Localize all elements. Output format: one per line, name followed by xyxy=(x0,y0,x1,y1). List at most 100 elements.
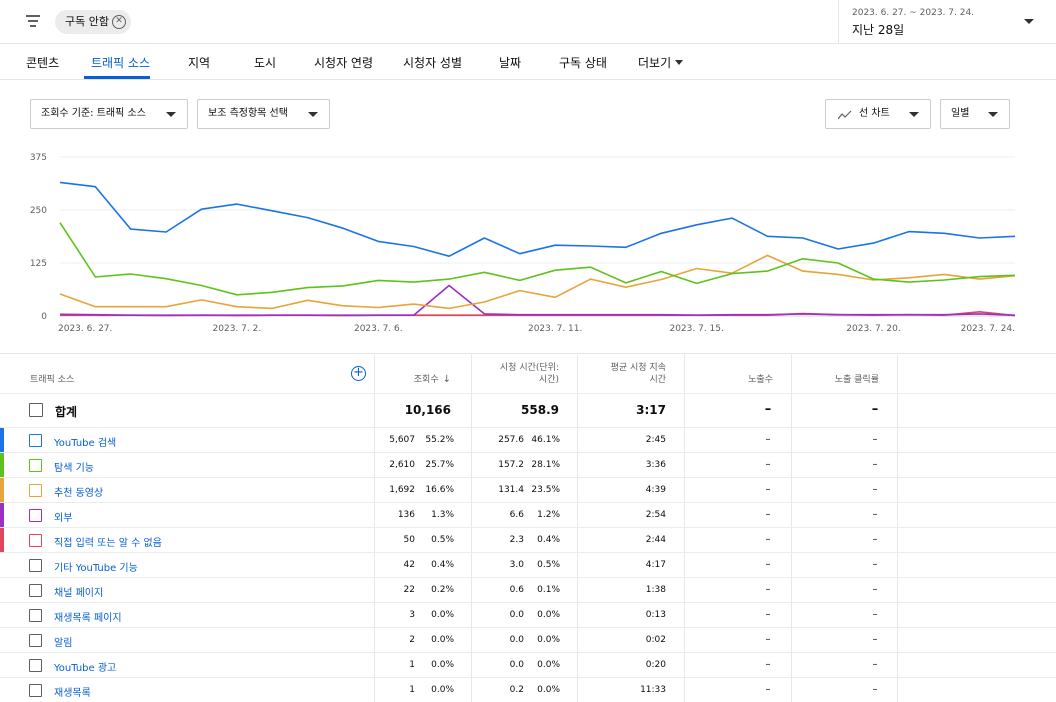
table-row[interactable]: 기타 YouTube 기능 42 0.4% 3.0 0.5% 4:17 – – xyxy=(0,552,1056,577)
row-checkbox[interactable] xyxy=(29,509,42,522)
row-checkbox[interactable] xyxy=(29,534,42,547)
cell-views: 2 xyxy=(409,635,415,645)
cell-watch-time-pct: 1.2% xyxy=(537,510,560,520)
cell-watch-time-pct: 0.5% xyxy=(537,560,560,570)
x-tick-label: 2023. 7. 2. xyxy=(213,324,262,334)
header-avg-duration-line1: 평균 시청 지속 xyxy=(610,363,666,373)
cell-views: 42 xyxy=(403,560,415,570)
row-source-name[interactable]: 외부 xyxy=(54,509,72,524)
table-row[interactable]: 알림 2 0.0% 0.0 0.0% 0:02 – – xyxy=(0,627,1056,652)
x-tick-label: 2023. 7. 20. xyxy=(846,324,900,334)
table-row[interactable]: 탐색 기능 2,610 25.7% 157.2 28.1% 3:36 – – xyxy=(0,452,1056,477)
tab-content[interactable]: 콘텐츠 xyxy=(26,54,59,71)
row-source-name[interactable]: 추천 동영상 xyxy=(54,484,103,499)
cell-ctr: – xyxy=(872,684,878,695)
traffic-line-chart[interactable]: 375 250 125 0 2023. 6. 27. 2023. 7. 2. 2023. 7… xyxy=(0,140,1056,345)
row-source-name[interactable]: 기타 YouTube 기능 xyxy=(54,559,138,574)
add-column-icon[interactable]: + xyxy=(351,366,366,381)
row-source-name[interactable]: 채널 페이지 xyxy=(54,584,103,599)
row-checkbox[interactable] xyxy=(29,609,42,622)
cell-views-pct: 16.6% xyxy=(425,485,454,495)
row-source-name[interactable]: 재생목록 xyxy=(54,684,91,699)
header-watch-time-line2: 시간) xyxy=(538,375,559,385)
row-checkbox[interactable] xyxy=(29,434,42,447)
cell-views-pct: 0.0% xyxy=(431,660,454,670)
tab-geography[interactable]: 지역 xyxy=(188,54,210,71)
date-range-selector[interactable]: 2023. 6. 27. ~ 2023. 7. 24. 지난 28일 xyxy=(838,0,1056,44)
row-checkbox[interactable] xyxy=(29,659,42,672)
tab-more[interactable]: 더보기 xyxy=(638,54,684,71)
cell-ctr: – xyxy=(872,484,878,495)
table-row[interactable]: 재생목록 페이지 3 0.0% 0.0 0.0% 0:13 – – xyxy=(0,602,1056,627)
cell-watch-time-pct: 0.0% xyxy=(537,660,560,670)
dimension-tabs: 콘텐츠 트래픽 소스 지역 도시 시청자 연령 시청자 성별 날짜 구독 상태 … xyxy=(0,44,1056,80)
x-tick-label: 2023. 7. 11. xyxy=(528,324,582,334)
row-checkbox[interactable] xyxy=(29,634,42,647)
secondary-metric-dropdown[interactable]: 보조 측정항목 선택 xyxy=(197,99,330,129)
header-impressions[interactable]: 노출수 xyxy=(690,374,773,386)
table-total-row[interactable]: 합계 10,166 558.9 3:17 – – xyxy=(0,393,1056,427)
cell-watch-time: 2.3 xyxy=(509,535,524,545)
row-source-name[interactable]: 탐색 기능 xyxy=(54,459,94,474)
tab-date[interactable]: 날짜 xyxy=(499,54,521,71)
metric-dropdown[interactable]: 조회수 기준: 트래픽 소스 xyxy=(30,99,188,129)
cell-views: 5,607 xyxy=(389,435,415,445)
table-row[interactable]: 추천 동영상 1,692 16.6% 131.4 23.5% 4:39 – – xyxy=(0,477,1056,502)
row-checkbox[interactable] xyxy=(29,684,42,697)
y-tick-label: 0 xyxy=(41,312,47,322)
cell-impressions: – xyxy=(765,434,771,445)
row-checkbox[interactable] xyxy=(29,459,42,472)
header-watch-time-line1: 시청 시간(단위: xyxy=(499,363,559,373)
cell-watch-time-pct: 23.5% xyxy=(531,485,560,495)
header-avg-view-duration[interactable]: 평균 시청 지속 시간 xyxy=(582,362,666,386)
row-checkbox[interactable] xyxy=(29,559,42,572)
header-views[interactable]: 조회수 ↓ xyxy=(380,374,451,386)
row-source-name[interactable]: 재생목록 페이지 xyxy=(54,609,122,624)
table-row[interactable]: 외부 136 1.3% 6.6 1.2% 2:54 – – xyxy=(0,502,1056,527)
row-source-name[interactable]: YouTube 광고 xyxy=(54,659,116,674)
table-row[interactable]: 재생목록 1 0.0% 0.2 0.0% 11:33 – – xyxy=(0,677,1056,702)
date-period-label: 지난 28일 xyxy=(852,23,905,37)
tab-subscription-status[interactable]: 구독 상태 xyxy=(559,54,607,71)
cell-impressions: – xyxy=(765,534,771,545)
chart-type-dropdown[interactable]: 선 차트 xyxy=(825,99,931,129)
tab-city[interactable]: 도시 xyxy=(254,54,276,71)
cell-views: 2,610 xyxy=(389,460,415,470)
row-source-name[interactable]: 알림 xyxy=(54,634,72,649)
remove-filter-icon[interactable]: ✕ xyxy=(111,15,126,29)
filter-bar: 구독 안함 ✕ 2023. 6. 27. ~ 2023. 7. 24. 지난 2… xyxy=(0,0,1056,44)
cell-ctr: – xyxy=(872,509,878,520)
interval-dropdown[interactable]: 일별 xyxy=(940,99,1010,129)
table-row[interactable]: YouTube 광고 1 0.0% 0.0 0.0% 0:20 – – xyxy=(0,652,1056,677)
cell-watch-time: 3.0 xyxy=(509,560,524,570)
active-tab-indicator xyxy=(84,76,150,79)
tab-viewer-age[interactable]: 시청자 연령 xyxy=(314,54,373,71)
tab-viewer-gender[interactable]: 시청자 성별 xyxy=(403,54,462,71)
row-source-name[interactable]: YouTube 검색 xyxy=(54,434,116,449)
metric-dropdown-label: 조회수 기준: 트래픽 소스 xyxy=(41,108,146,119)
row-source-name[interactable]: 직접 입력 또는 알 수 없음 xyxy=(54,534,162,549)
interval-label: 일별 xyxy=(951,108,970,119)
cell-watch-time-pct: 0.1% xyxy=(537,585,560,595)
cell-ctr: – xyxy=(872,634,878,645)
cell-watch-time: 131.4 xyxy=(498,485,524,495)
cell-impressions: – xyxy=(765,459,771,470)
filter-icon[interactable] xyxy=(26,15,40,27)
row-checkbox[interactable] xyxy=(29,403,43,417)
row-checkbox[interactable] xyxy=(29,584,42,597)
table-row[interactable]: YouTube 검색 5,607 55.2% 257.6 46.1% 2:45 – – xyxy=(0,427,1056,452)
table-row[interactable]: 직접 입력 또는 알 수 없음 50 0.5% 2.3 0.4% 2:44 – – xyxy=(0,527,1056,552)
table-row[interactable]: 채널 페이지 22 0.2% 0.6 0.1% 1:38 – – xyxy=(0,577,1056,602)
y-tick-label: 375 xyxy=(30,153,47,163)
cell-avg-duration: 4:39 xyxy=(645,485,666,495)
cell-impressions: – xyxy=(765,559,771,570)
cell-watch-time-pct: 28.1% xyxy=(531,460,560,470)
cell-avg-duration: 2:54 xyxy=(645,510,666,520)
chart-type-label: 선 차트 xyxy=(859,108,890,119)
header-watch-time[interactable]: 시청 시간(단위: 시간) xyxy=(476,362,559,386)
header-ctr[interactable]: 노출 클릭률 xyxy=(796,374,879,386)
row-checkbox[interactable] xyxy=(29,484,42,497)
tab-traffic-source[interactable]: 트래픽 소스 xyxy=(91,54,150,71)
filter-chip[interactable]: 구독 안함 ✕ xyxy=(55,10,131,34)
secondary-metric-label: 보조 측정항목 선택 xyxy=(208,108,288,119)
